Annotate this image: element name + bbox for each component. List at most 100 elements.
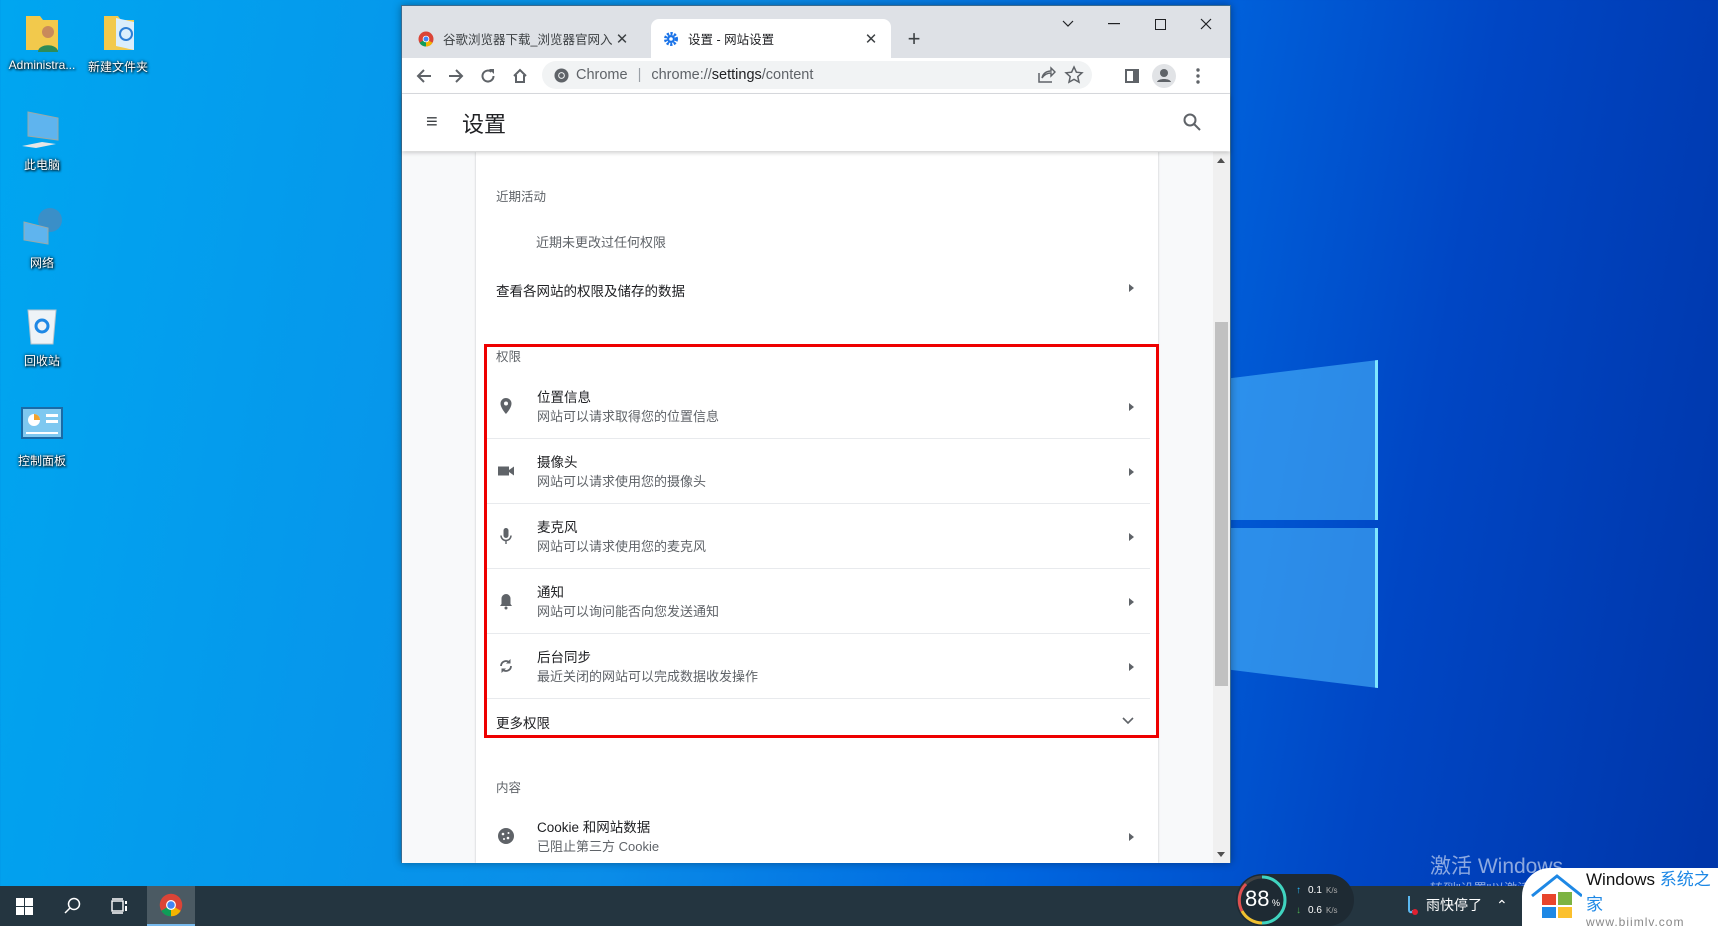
more-vert-icon bbox=[1196, 68, 1200, 84]
tab-title: 设置 - 网站设置 bbox=[688, 33, 775, 47]
menu-button[interactable] bbox=[1182, 60, 1214, 92]
search-button[interactable] bbox=[48, 886, 96, 926]
url-text: chrome://settings/content bbox=[651, 67, 814, 83]
chevron-down-icon bbox=[1122, 717, 1134, 725]
recent-activity-empty: 近期未更改过任何权限 bbox=[536, 235, 667, 250]
windows-house-logo-icon bbox=[1531, 874, 1583, 918]
permission-camera[interactable]: 摄像头 网站可以请求使用您的摄像头 bbox=[484, 439, 1150, 504]
arrow-right-icon bbox=[449, 68, 464, 83]
arrow-left-icon bbox=[416, 68, 431, 83]
address-bar[interactable]: Chrome | chrome://settings/content bbox=[542, 61, 1092, 89]
windows-start-icon bbox=[15, 897, 33, 915]
back-button[interactable] bbox=[408, 60, 440, 92]
desktop-icon-this-pc[interactable]: 此电脑 bbox=[0, 108, 84, 173]
upload-arrow-icon: ↑ bbox=[1296, 885, 1301, 896]
arrow-right-icon bbox=[1129, 533, 1134, 541]
minimize-button[interactable] bbox=[1091, 6, 1137, 42]
hamburger-menu-icon[interactable]: ≡ bbox=[426, 111, 448, 134]
content-heading: 内容 bbox=[496, 781, 522, 795]
close-icon bbox=[1200, 18, 1212, 30]
camera-icon bbox=[498, 466, 514, 476]
profile-button[interactable] bbox=[1148, 60, 1180, 92]
side-panel-icon bbox=[1125, 69, 1139, 83]
weather-widget[interactable]: 雨快停了 ⌃ bbox=[1404, 894, 1508, 916]
arrow-right-icon bbox=[1129, 833, 1134, 841]
chevron-down-icon bbox=[1062, 20, 1074, 27]
arrow-right-icon bbox=[1129, 284, 1134, 292]
chrome-window: 谷歌浏览器下载_浏览器官网入口 ✕ 设置 - 网站设置 ✕ + Chrome |… bbox=[401, 5, 1231, 863]
new-tab-button[interactable]: + bbox=[900, 26, 928, 52]
permissions-heading: 权限 bbox=[496, 350, 522, 364]
share-icon[interactable] bbox=[1036, 65, 1056, 85]
scroll-down-arrow-icon[interactable] bbox=[1217, 852, 1225, 857]
search-icon[interactable] bbox=[1182, 112, 1202, 132]
desktop-icon-network[interactable]: 网络 bbox=[0, 206, 84, 271]
permission-notifications[interactable]: 通知 网站可以询问能否向您发送通知 bbox=[484, 569, 1150, 634]
tab-chrome-download[interactable]: 谷歌浏览器下载_浏览器官网入口 ✕ bbox=[406, 19, 642, 58]
home-icon bbox=[513, 68, 527, 83]
tab-title: 谷歌浏览器下载_浏览器官网入口 bbox=[443, 33, 614, 47]
tab-close-icon[interactable]: ✕ bbox=[863, 30, 879, 48]
desktop-icon-administrator[interactable]: Administra... bbox=[0, 10, 84, 72]
maximize-icon bbox=[1154, 18, 1166, 30]
reload-icon bbox=[481, 68, 495, 83]
desktop-icon-recycle-bin[interactable]: 回收站 bbox=[0, 304, 84, 369]
computer-icon bbox=[20, 108, 64, 152]
site-watermark-badge: Windows 系统之家 www.bjjmlv.com bbox=[1522, 868, 1718, 926]
arrow-right-icon bbox=[1129, 468, 1134, 476]
taskbar: 88 % ↑ 0.1 K/s ↓ 0.6 K/s 雨快停了 ⌃ bbox=[0, 874, 1718, 926]
tab-settings[interactable]: 设置 - 网站设置 ✕ bbox=[651, 19, 891, 58]
minimize-icon bbox=[1108, 23, 1120, 25]
task-view-button[interactable] bbox=[96, 886, 144, 926]
tab-strip: 谷歌浏览器下载_浏览器官网入口 ✕ 设置 - 网站设置 ✕ + bbox=[402, 6, 1230, 58]
bookmark-star-icon[interactable] bbox=[1064, 65, 1084, 85]
permission-location[interactable]: 位置信息 网站可以请求取得您的位置信息 bbox=[484, 374, 1150, 439]
desktop-icon-new-folder[interactable]: 新建文件夹 bbox=[76, 10, 160, 75]
control-panel-icon bbox=[20, 404, 64, 448]
taskbar-chrome[interactable] bbox=[147, 886, 195, 926]
tab-close-icon[interactable]: ✕ bbox=[614, 30, 630, 48]
home-button[interactable] bbox=[504, 60, 536, 92]
cpu-percent: 88 bbox=[1245, 886, 1270, 911]
gear-icon bbox=[664, 31, 678, 46]
view-all-site-data-link[interactable]: 查看各网站的权限及储存的数据 bbox=[496, 280, 1158, 304]
recent-activity-heading: 近期活动 bbox=[496, 190, 547, 204]
tab-search-button[interactable] bbox=[1045, 6, 1091, 42]
more-permissions-toggle[interactable]: 更多权限 bbox=[496, 712, 1158, 736]
search-icon bbox=[64, 897, 81, 914]
arrow-right-icon bbox=[1129, 598, 1134, 606]
forward-button[interactable] bbox=[440, 60, 472, 92]
download-speed: 0.6 bbox=[1308, 905, 1322, 916]
arrow-right-icon bbox=[1129, 663, 1134, 671]
permission-background-sync[interactable]: 后台同步 最近关闭的网站可以完成数据收发操作 bbox=[484, 634, 1150, 699]
download-arrow-icon: ↓ bbox=[1296, 905, 1301, 916]
umbrella-icon bbox=[1408, 896, 1418, 915]
start-button[interactable] bbox=[0, 886, 48, 926]
vertical-scrollbar[interactable] bbox=[1213, 152, 1230, 863]
wallpaper-windows-logo bbox=[1222, 360, 1378, 760]
settings-header: ≡ 设置 bbox=[402, 94, 1230, 151]
scrollbar-thumb[interactable] bbox=[1215, 322, 1228, 686]
scroll-up-arrow-icon[interactable] bbox=[1217, 158, 1225, 163]
desktop-icon-control-panel[interactable]: 控制面板 bbox=[0, 404, 84, 469]
side-panel-button[interactable] bbox=[1116, 60, 1148, 92]
site-info-chip[interactable]: Chrome bbox=[554, 67, 628, 83]
perf-monitor-widget[interactable]: 88 % ↑ 0.1 K/s ↓ 0.6 K/s bbox=[1236, 874, 1354, 926]
user-folder-icon bbox=[20, 10, 64, 54]
close-window-button[interactable] bbox=[1183, 6, 1229, 42]
permission-microphone[interactable]: 麦克风 网站可以请求使用您的麦克风 bbox=[484, 504, 1150, 569]
maximize-button[interactable] bbox=[1137, 6, 1183, 42]
microphone-icon bbox=[500, 528, 512, 544]
site-settings-card: 近期活动 近期未更改过任何权限 查看各网站的权限及储存的数据 权限 位置信息 网… bbox=[476, 152, 1159, 863]
location-pin-icon bbox=[500, 398, 512, 414]
content-cookies[interactable]: Cookie 和网站数据 已阻止第三方 Cookie bbox=[484, 804, 1150, 863]
chrome-icon bbox=[159, 893, 183, 917]
recycle-bin-icon bbox=[20, 304, 64, 348]
chrome-logo-icon bbox=[554, 67, 569, 83]
chevron-up-icon[interactable]: ⌃ bbox=[1496, 897, 1508, 914]
reload-button[interactable] bbox=[472, 60, 504, 92]
toolbar: Chrome | chrome://settings/content bbox=[402, 58, 1230, 94]
page-title: 设置 bbox=[462, 111, 507, 137]
cookie-icon bbox=[498, 828, 514, 844]
sync-icon bbox=[500, 659, 512, 673]
